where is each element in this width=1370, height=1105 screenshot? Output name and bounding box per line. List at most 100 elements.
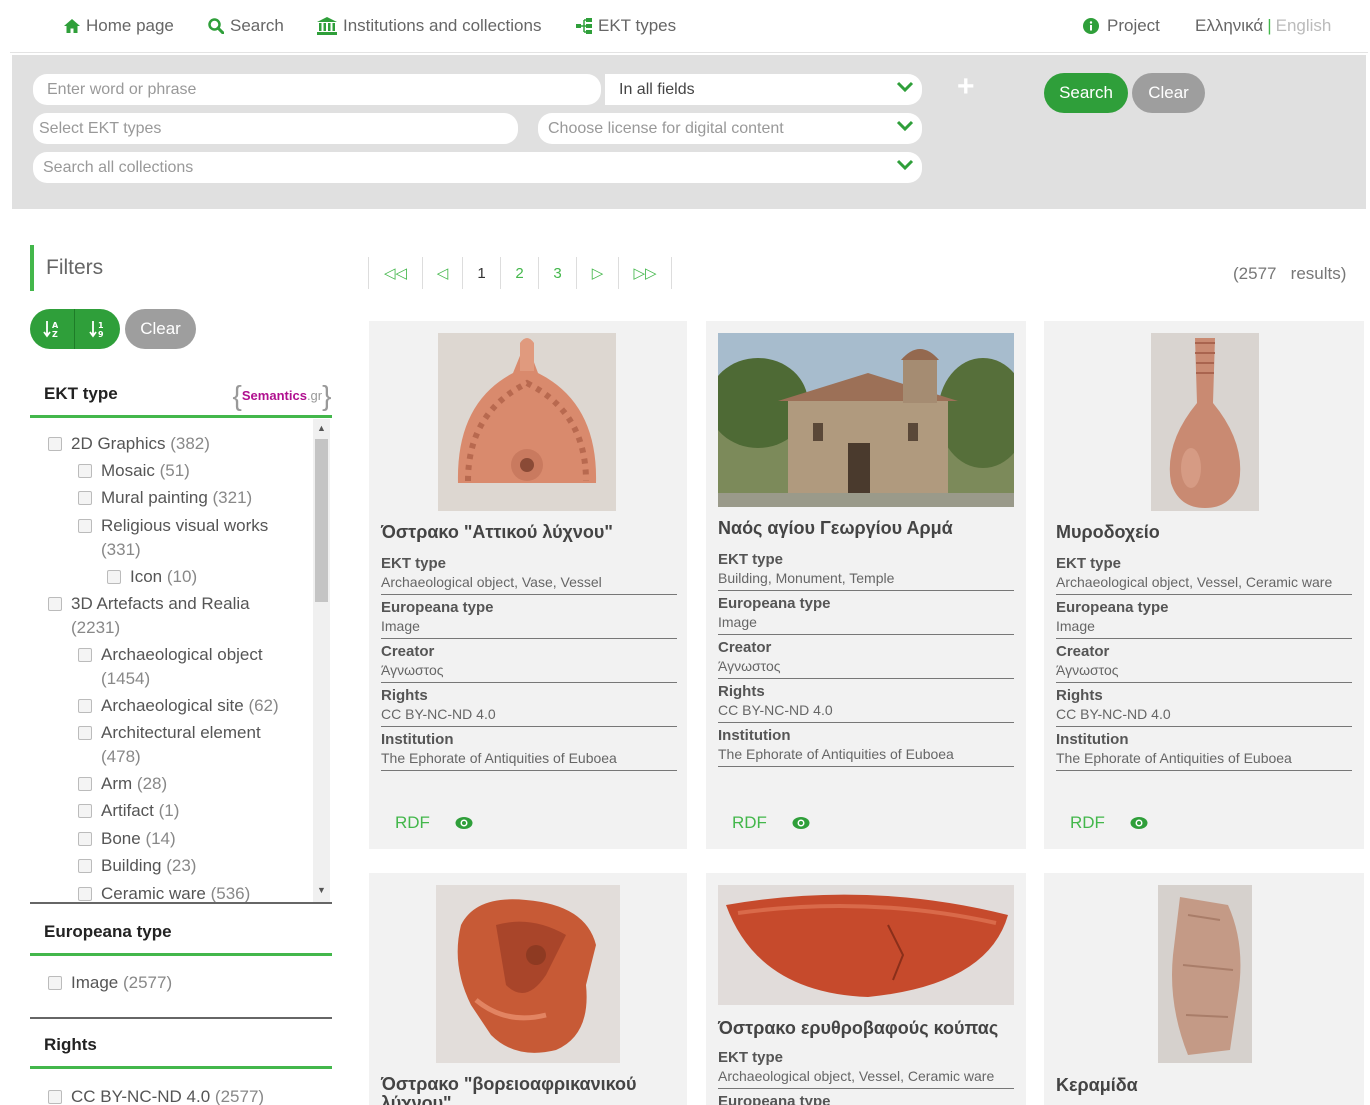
tree-item-2d-graphics[interactable]: 2D Graphics (382) [71, 432, 210, 456]
result-card[interactable]: Όστρακο "Αττικού λύχνου" EKT type Archaeo… [369, 321, 687, 849]
checkbox-artifact[interactable] [78, 804, 92, 818]
prev-page-button[interactable]: ◁ [422, 257, 462, 289]
checkbox-ceramic-ware[interactable] [78, 887, 92, 901]
result-title[interactable]: Όστρακο "Αττικού λύχνου" [381, 522, 613, 543]
checkbox-bone[interactable] [78, 832, 92, 846]
rdf-link[interactable]: RDF [732, 813, 767, 833]
scroll-up-arrow-icon[interactable]: ▲ [317, 423, 326, 433]
result-card[interactable]: Κεραμίδα [1044, 873, 1364, 1105]
tree-item-architectural-element[interactable]: Architectural element (478) [101, 721, 301, 769]
result-metadata: EKT type Building, Monument, Temple Europ… [718, 550, 1014, 770]
checkbox-mural-painting[interactable] [78, 491, 92, 505]
church-photo-icon [718, 333, 1014, 507]
collections-select[interactable]: Search all collections [33, 152, 922, 183]
scroll-down-arrow-icon[interactable]: ▼ [317, 885, 326, 895]
ekt-types-placeholder: Select EKT types [39, 119, 162, 137]
checkbox-archaeological-site[interactable] [78, 699, 92, 713]
result-title[interactable]: Μυροδοχείο [1056, 522, 1160, 543]
filter-item-image[interactable]: Image (2577) [71, 973, 172, 993]
checkbox-mosaic[interactable] [78, 464, 92, 478]
result-thumbnail[interactable] [1158, 885, 1252, 1063]
sort-toggle-group: AZ 19 [30, 309, 120, 349]
filter-item-cc-by-nc-nd[interactable]: CC BY-NC-ND 4.0 (2577) [71, 1087, 264, 1105]
result-title[interactable]: Όστρακο "βορειοαφρικανικού λύχνου" [381, 1075, 637, 1105]
nav-project-link[interactable]: Project [1083, 16, 1160, 36]
result-thumbnail[interactable] [436, 885, 620, 1063]
last-page-button[interactable]: ▷▷ [618, 257, 672, 289]
tree-item-ceramic-ware[interactable]: Ceramic ware (536) [101, 882, 250, 902]
clear-filters-button[interactable]: Clear [125, 309, 196, 349]
tree-scrollbar[interactable]: ▲ ▼ [313, 419, 330, 902]
nav-search-label: Search [230, 16, 284, 35]
page-2-button[interactable]: 2 [500, 257, 538, 289]
checkbox-arm[interactable] [78, 777, 92, 791]
rdf-link[interactable]: RDF [395, 813, 430, 833]
tree-item-mural-painting[interactable]: Mural painting (321) [101, 486, 252, 510]
tile-photo-icon [1158, 885, 1252, 1063]
lamp-fragment-photo-icon [438, 333, 616, 511]
lang-greek-link[interactable]: Ελληνικά [1195, 16, 1263, 35]
checkbox-architectural-element[interactable] [78, 726, 92, 740]
tree-item-mosaic[interactable]: Mosaic (51) [101, 459, 190, 483]
sitemap-icon [576, 18, 592, 34]
tree-item-arm[interactable]: Arm (28) [101, 772, 167, 796]
lang-english-link[interactable]: English [1276, 16, 1332, 35]
tree-item-bone[interactable]: Bone (14) [101, 827, 176, 851]
nav-search-link[interactable]: Search [208, 16, 284, 36]
tree-item-religious-visual-works[interactable]: Religious visual works (331) [101, 514, 301, 562]
license-select[interactable]: Choose license for digital content [538, 113, 922, 144]
result-card[interactable]: Όστρακο "βορειοαφρικανικού λύχνου" [369, 873, 687, 1105]
nav-institutions-link[interactable]: Institutions and collections [317, 16, 541, 36]
eye-icon[interactable] [455, 816, 473, 830]
tree-item-archaeological-object[interactable]: Archaeological object (1454) [101, 643, 301, 691]
nav-ekt-types-label: EKT types [598, 16, 677, 35]
cup-fragment-photo-icon [718, 885, 1014, 1005]
checkbox-2d-graphics[interactable] [48, 437, 62, 451]
first-page-button[interactable]: ◁◁ [368, 257, 422, 289]
language-switcher: Ελληνικά | English [1195, 16, 1331, 36]
checkbox-cc-by-nc-nd[interactable] [48, 1090, 62, 1104]
field-select-value: In all fields [619, 80, 695, 98]
clear-search-button[interactable]: Clear [1132, 73, 1205, 113]
result-card[interactable]: Ναός αγίου Γεωργίου Αρμά EKT type Buildin… [706, 321, 1026, 849]
checkbox-religious-visual-works[interactable] [78, 519, 92, 533]
page-1-button[interactable]: 1 [462, 257, 500, 289]
eye-icon[interactable] [792, 816, 810, 830]
nav-ekt-types-link[interactable]: EKT types [576, 16, 676, 36]
eye-icon[interactable] [1130, 816, 1148, 830]
result-thumbnail[interactable] [1151, 333, 1259, 511]
search-button[interactable]: Search [1044, 73, 1128, 113]
tree-item-archaeological-site[interactable]: Archaeological site (62) [101, 694, 279, 718]
result-card[interactable]: Όστρακο ερυθροβαφούς κούπας EKT type Arch… [706, 873, 1026, 1105]
nav-home-link[interactable]: Home page [64, 16, 174, 36]
result-title[interactable]: Ναός αγίου Γεωργίου Αρμά [718, 518, 953, 539]
checkbox-building[interactable] [78, 859, 92, 873]
page-3-button[interactable]: 3 [538, 257, 576, 289]
result-thumbnail[interactable] [718, 885, 1014, 1005]
sort-alphabetical-button[interactable]: AZ [30, 309, 75, 349]
checkbox-archaeological-object[interactable] [78, 648, 92, 662]
checkbox-image[interactable] [48, 976, 62, 990]
result-card[interactable]: Μυροδοχείο EKT type Archaeological object… [1044, 321, 1364, 849]
tree-scrollbar-thumb[interactable] [315, 439, 328, 602]
tree-item-building[interactable]: Building (23) [101, 854, 196, 878]
tree-item-artifact[interactable]: Artifact (1) [101, 799, 179, 823]
filter-divider [30, 1017, 332, 1019]
checkbox-3d-artefacts[interactable] [48, 597, 62, 611]
tree-item-3d-artefacts[interactable]: 3D Artefacts and Realia (2231) [71, 592, 301, 640]
search-query-input[interactable]: Enter word or phrase [33, 74, 601, 105]
result-title[interactable]: Όστρακο ερυθροβαφούς κούπας [718, 1018, 998, 1039]
rdf-link[interactable]: RDF [1070, 813, 1105, 833]
result-thumbnail[interactable] [438, 333, 616, 511]
nav-home-label: Home page [86, 16, 174, 35]
chevron-down-icon [896, 120, 914, 132]
add-search-row-button[interactable]: + [957, 72, 975, 102]
checkbox-icon[interactable] [107, 570, 121, 584]
ekt-types-select[interactable]: Select EKT types [33, 113, 518, 144]
tree-item-icon[interactable]: Icon (10) [130, 565, 197, 589]
field-select-dropdown[interactable]: In all fields [605, 74, 922, 105]
next-page-button[interactable]: ▷ [576, 257, 618, 289]
result-title[interactable]: Κεραμίδα [1056, 1075, 1138, 1096]
result-thumbnail[interactable] [718, 333, 1014, 507]
sort-count-button[interactable]: 19 [75, 309, 120, 349]
